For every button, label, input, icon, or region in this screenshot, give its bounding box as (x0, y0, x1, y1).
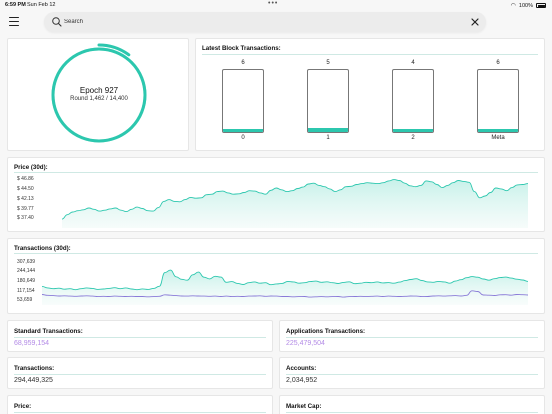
block-fill (223, 129, 263, 132)
applications-transactions-card: Applications Transactions: 225,479,504 (279, 320, 545, 352)
price-card: Price: (7, 395, 273, 414)
stat-value: 68,959,154 (14, 340, 50, 347)
epoch-card: Epoch 927 Round 1,462 / 14,400 (7, 38, 189, 151)
divider (202, 54, 538, 55)
block-name: 1 (326, 135, 330, 141)
status-date: Sun Feb 12 (27, 2, 56, 8)
status-time: 6:59 PM (5, 2, 26, 8)
block-fill (308, 128, 348, 132)
wifi-icon: ◠ (510, 3, 516, 9)
block-count: 6 (496, 60, 500, 66)
block-count: 6 (241, 60, 245, 66)
blocks-title: Latest Block Transactions: (202, 45, 281, 52)
price-area (62, 179, 528, 228)
block-name: Meta (491, 135, 505, 141)
divider (286, 374, 538, 375)
stat-value: 2,034,952 (286, 377, 318, 384)
block-1[interactable] (307, 69, 349, 133)
status-bar: 6:59 PM Sun Feb 12 ••• ◠ 100% (0, 0, 552, 10)
accounts-card: Accounts: 2,034,952 (279, 357, 545, 389)
stat-title: Standard Transactions: (14, 328, 83, 335)
block-0[interactable] (222, 69, 264, 133)
divider (14, 412, 266, 413)
stat-value: 225,479,504 (286, 340, 325, 347)
block-name: 2 (411, 135, 415, 141)
search-input[interactable] (64, 15, 464, 29)
multitasking-dots-icon[interactable]: ••• (268, 0, 278, 7)
stat-value: 294,449,325 (14, 377, 53, 384)
latest-block-transactions-card: Latest Block Transactions: 6 0 5 1 4 2 6… (195, 38, 545, 151)
divider (14, 374, 266, 375)
price-chart[interactable] (8, 158, 546, 233)
battery-icon (536, 3, 546, 8)
block-count: 4 (411, 60, 415, 66)
block-fill (393, 129, 433, 132)
battery-percent: 100% (518, 2, 533, 9)
divider (286, 337, 538, 338)
status-right: ◠ 100% (511, 2, 546, 9)
block-2[interactable] (392, 69, 434, 133)
hamburger-menu-icon[interactable] (9, 17, 19, 26)
transactions-chart-card: Transactions (30d): 307,639 244,144 180,… (7, 238, 545, 314)
standard-transactions-card: Standard Transactions: 68,959,154 (7, 320, 273, 352)
stat-title: Market Cap: (286, 403, 322, 410)
price-chart-card: Price (30d): $ 46.86 $ 44.50 $ 42.13 $ 3… (7, 157, 545, 232)
stat-title: Applications Transactions: (286, 328, 366, 335)
block-meta[interactable] (477, 69, 519, 133)
stat-title: Transactions: (14, 365, 55, 372)
block-count: 5 (326, 60, 330, 66)
transactions-card: Transactions: 294,449,325 (7, 357, 273, 389)
round-label: Round 1,462 / 14,400 (70, 96, 128, 102)
divider (286, 412, 538, 413)
epoch-progress-ring (47, 43, 151, 147)
search-icon (52, 17, 62, 27)
market-cap-card: Market Cap: (279, 395, 545, 414)
search-bar[interactable] (44, 12, 486, 32)
epoch-label: Epoch 927 (79, 86, 119, 95)
divider (14, 337, 266, 338)
close-icon[interactable] (470, 17, 480, 27)
block-name: 0 (241, 135, 245, 141)
stat-title: Price: (14, 403, 32, 410)
transactions-chart[interactable] (8, 239, 546, 315)
block-fill (478, 129, 518, 132)
stat-title: Accounts: (286, 365, 317, 372)
